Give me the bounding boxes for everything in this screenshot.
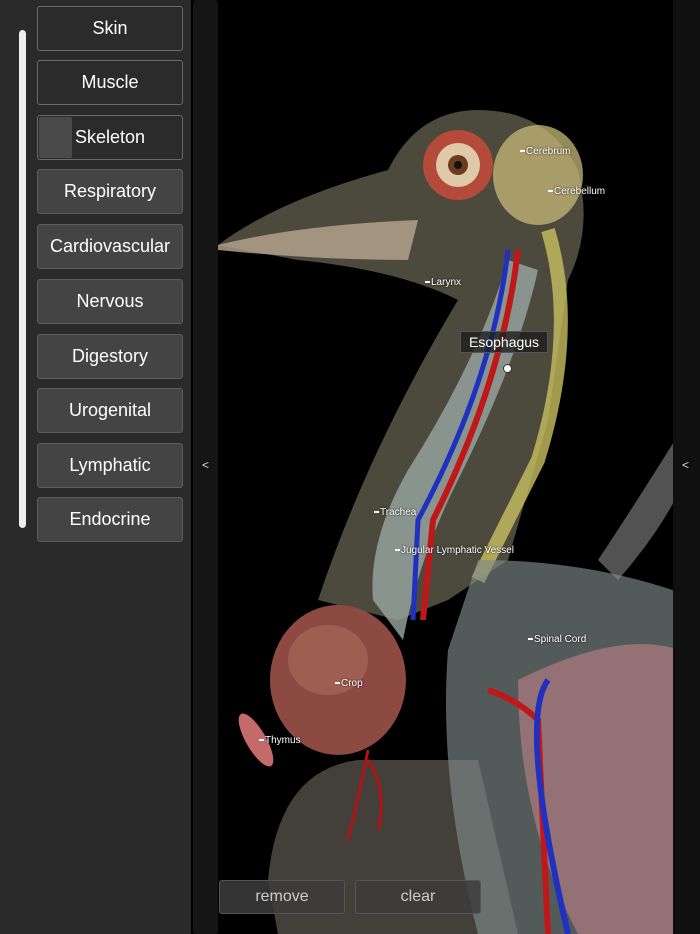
label-thymus[interactable]: Thymus [259,735,301,746]
button-label: Cardiovascular [49,236,171,256]
button-label: Endocrine [69,509,151,529]
clear-button[interactable]: clear [355,880,481,914]
3d-anatomy-viewport[interactable] [218,0,700,934]
label-larynx[interactable]: Larynx [425,277,461,288]
bird-anatomy-model [218,110,700,934]
partial-toggle-indicator [39,117,72,158]
label-trachea[interactable]: Trachea [374,507,416,518]
system-lymphatic-button[interactable]: Lymphatic [37,443,183,488]
chevron-left-icon: < [202,458,210,472]
button-label: Skeleton [74,127,146,147]
right-panel-toggle[interactable]: < [673,0,700,934]
selected-structure-callout: Esophagus [460,331,549,353]
systems-sidebar: Skin Muscle Skeleton Respiratory Cardiov… [0,0,191,934]
button-label: Digestory [71,346,149,366]
button-label: Respiratory [63,181,157,201]
system-endocrine-button[interactable]: Endocrine [37,497,183,542]
system-skeleton-button[interactable]: Skeleton [37,115,183,160]
system-urogenital-button[interactable]: Urogenital [37,388,183,433]
label-crop[interactable]: Crop [335,678,363,689]
button-label: Urogenital [68,400,152,420]
button-label: Muscle [81,72,139,92]
button-label: Lymphatic [69,455,151,475]
system-digestory-button[interactable]: Digestory [37,334,183,379]
selection-pin[interactable] [503,364,512,373]
sidebar-scrollbar[interactable] [19,30,26,528]
remove-button[interactable]: remove [219,880,345,914]
system-respiratory-button[interactable]: Respiratory [37,169,183,214]
system-skin-button[interactable]: Skin [37,6,183,51]
system-muscle-button[interactable]: Muscle [37,60,183,105]
label-cerebrum[interactable]: Cerebrum [520,146,570,157]
button-label: Nervous [76,291,144,311]
label-jugular-lymphatic-vessel[interactable]: Jugular Lymphatic Vessel [395,545,514,556]
system-cardiovascular-button[interactable]: Cardiovascular [37,224,183,269]
button-label: Skin [92,18,128,38]
chevron-left-icon: < [682,458,690,472]
label-cerebellum[interactable]: Cerebellum [548,186,605,197]
system-nervous-button[interactable]: Nervous [37,279,183,324]
left-panel-toggle[interactable]: < [193,0,218,934]
label-spinal-cord[interactable]: Spinal Cord [528,634,586,645]
